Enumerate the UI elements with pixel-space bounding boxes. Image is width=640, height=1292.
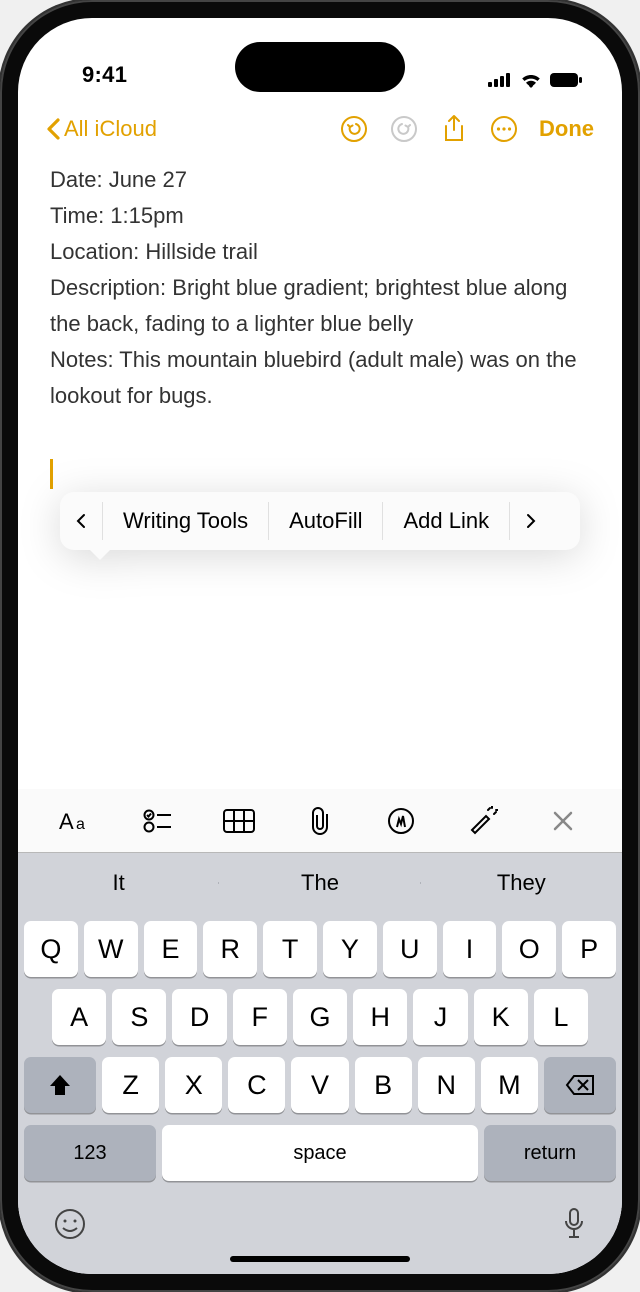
key-q[interactable]: Q [24, 921, 78, 977]
key-w[interactable]: W [84, 921, 138, 977]
note-body[interactable]: Date: June 27 Time: 1:15pm Location: Hil… [18, 158, 622, 415]
context-menu: Writing Tools AutoFill Add Link [60, 492, 580, 550]
key-p[interactable]: P [562, 921, 616, 977]
table-icon[interactable] [219, 809, 259, 833]
key-t[interactable]: T [263, 921, 317, 977]
key-h[interactable]: H [353, 989, 407, 1045]
battery-icon [550, 73, 582, 87]
key-b[interactable]: B [355, 1057, 412, 1113]
markup-icon[interactable] [381, 807, 421, 835]
suggestion[interactable]: They [421, 870, 622, 896]
wifi-icon [520, 72, 542, 88]
backspace-key[interactable] [544, 1057, 616, 1113]
key-row-3: Z X C V B N M [24, 1057, 616, 1113]
key-row-4: 123 space return [24, 1125, 616, 1181]
numbers-key[interactable]: 123 [24, 1125, 156, 1181]
key-s[interactable]: S [112, 989, 166, 1045]
key-u[interactable]: U [383, 921, 437, 977]
svg-text:a: a [76, 816, 85, 833]
menu-item-writing-tools[interactable]: Writing Tools [103, 492, 268, 550]
return-key[interactable]: return [484, 1125, 616, 1181]
key-j[interactable]: J [413, 989, 467, 1045]
note-line: Notes: This mountain bluebird (adult mal… [50, 342, 590, 414]
dynamic-island [235, 42, 405, 92]
svg-text:A: A [59, 809, 74, 834]
menu-next-button[interactable] [510, 492, 552, 550]
undo-icon[interactable] [339, 115, 369, 143]
key-m[interactable]: M [481, 1057, 538, 1113]
key-row-2: A S D F G H J K L [24, 989, 616, 1045]
key-row-1: Q W E R T Y U I O P [24, 921, 616, 977]
keyboard: Aa It The They Q W E R T [18, 789, 622, 1274]
key-i[interactable]: I [443, 921, 497, 977]
key-z[interactable]: Z [102, 1057, 159, 1113]
close-icon[interactable] [543, 810, 583, 832]
cellular-icon [488, 73, 512, 87]
menu-prev-button[interactable] [60, 492, 102, 550]
back-label: All iCloud [64, 116, 157, 142]
key-o[interactable]: O [502, 921, 556, 977]
status-time: 9:41 [82, 62, 127, 88]
key-c[interactable]: C [228, 1057, 285, 1113]
share-icon[interactable] [439, 114, 469, 144]
format-bar: Aa [18, 789, 622, 853]
more-icon[interactable] [489, 115, 519, 143]
key-f[interactable]: F [233, 989, 287, 1045]
text-format-icon[interactable]: Aa [57, 808, 97, 834]
note-line: Description: Bright blue gradient; brigh… [50, 270, 590, 342]
key-a[interactable]: A [52, 989, 106, 1045]
key-n[interactable]: N [418, 1057, 475, 1113]
suggestion[interactable]: It [18, 870, 219, 896]
key-v[interactable]: V [291, 1057, 348, 1113]
mic-icon[interactable] [562, 1207, 586, 1246]
note-line: Date: June 27 [50, 162, 590, 198]
shift-key[interactable] [24, 1057, 96, 1113]
suggestion[interactable]: The [219, 870, 420, 896]
key-d[interactable]: D [172, 989, 226, 1045]
key-e[interactable]: E [144, 921, 198, 977]
space-key[interactable]: space [162, 1125, 478, 1181]
nav-bar: All iCloud Done [18, 100, 622, 158]
menu-item-add-link[interactable]: Add Link [383, 492, 509, 550]
emoji-icon[interactable] [54, 1208, 86, 1245]
attachment-icon[interactable] [300, 806, 340, 836]
note-line: Time: 1:15pm [50, 198, 590, 234]
suggestion-bar: It The They [18, 853, 622, 913]
key-k[interactable]: K [474, 989, 528, 1045]
note-line: Location: Hillside trail [50, 234, 590, 270]
back-button[interactable]: All iCloud [46, 116, 157, 142]
key-y[interactable]: Y [323, 921, 377, 977]
key-l[interactable]: L [534, 989, 588, 1045]
menu-item-autofill[interactable]: AutoFill [269, 492, 382, 550]
redo-icon [389, 115, 419, 143]
done-button[interactable]: Done [539, 116, 594, 142]
magic-icon[interactable] [462, 806, 502, 836]
home-indicator[interactable] [230, 1256, 410, 1262]
text-cursor [50, 459, 53, 489]
key-x[interactable]: X [165, 1057, 222, 1113]
key-g[interactable]: G [293, 989, 347, 1045]
checklist-icon[interactable] [138, 809, 178, 833]
key-r[interactable]: R [203, 921, 257, 977]
